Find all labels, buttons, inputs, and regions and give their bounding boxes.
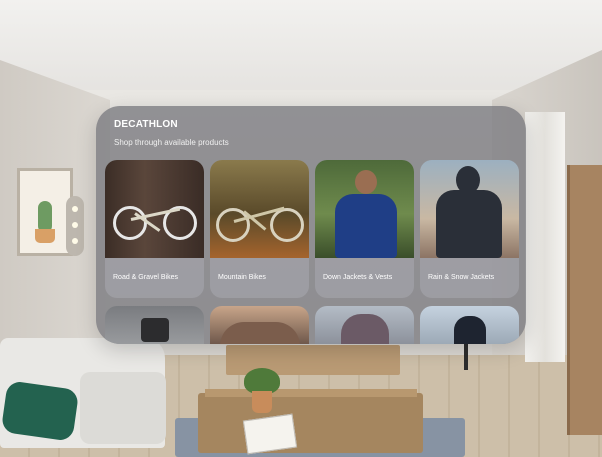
- down-jacket-image: [315, 160, 414, 258]
- coffee-table-top: [205, 389, 417, 397]
- product-card-rain-snow-jackets[interactable]: Rain & Snow Jackets: [420, 160, 519, 298]
- product-image: [220, 322, 300, 344]
- product-card-label: Road & Gravel Bikes: [113, 274, 178, 281]
- product-card[interactable]: [315, 306, 414, 344]
- mountain-bike-image: [210, 160, 309, 258]
- product-card-down-jackets-vests[interactable]: Down Jackets & Vests: [315, 160, 414, 298]
- page-subtitle: Shop through available products: [114, 138, 229, 147]
- coffee-table: [198, 393, 423, 453]
- open-book: [242, 413, 298, 455]
- brand-logo: DECATHLON: [114, 119, 178, 130]
- road-bike-image: [105, 160, 204, 258]
- product-card-label: Down Jackets & Vests: [323, 274, 393, 281]
- floor-lamp: [464, 340, 468, 370]
- pot-icon: [35, 229, 55, 243]
- decathlon-app-window[interactable]: DECATHLON Shop through available product…: [96, 106, 526, 344]
- bookshelf: [567, 165, 602, 435]
- product-image: [141, 318, 169, 342]
- plant-pot: [252, 391, 272, 413]
- cactus-picture-frame: [17, 168, 73, 256]
- product-card-label: Mountain Bikes: [218, 274, 266, 281]
- product-card[interactable]: [210, 306, 309, 344]
- sofa-arm: [80, 372, 166, 444]
- product-card-road-gravel-bikes[interactable]: Road & Gravel Bikes: [105, 160, 204, 298]
- rain-jacket-image: [420, 160, 519, 258]
- product-card-mountain-bikes[interactable]: Mountain Bikes: [210, 160, 309, 298]
- wall-light: [66, 196, 84, 256]
- product-card[interactable]: [420, 306, 519, 344]
- ceiling: [0, 0, 602, 100]
- product-card[interactable]: [105, 306, 204, 344]
- window-curtain: [525, 112, 565, 362]
- product-image: [341, 314, 389, 344]
- product-card-label: Rain & Snow Jackets: [428, 274, 495, 281]
- product-image: [454, 316, 486, 344]
- green-pillow: [0, 380, 80, 442]
